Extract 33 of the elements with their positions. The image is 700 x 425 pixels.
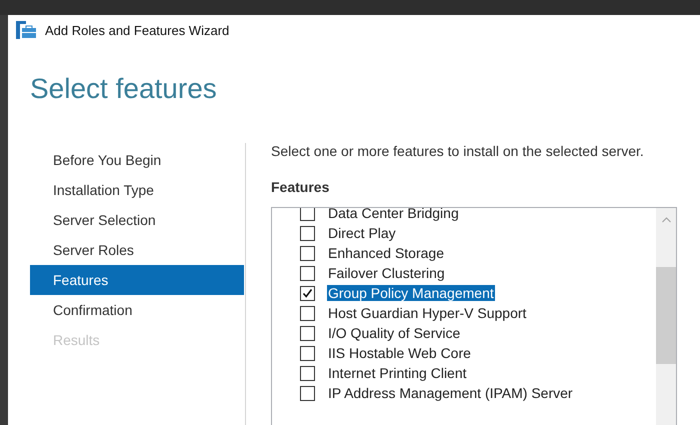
feature-item[interactable]: Data Center Bridging (327, 208, 460, 221)
features-label: Features (271, 179, 330, 195)
checkbox[interactable] (300, 208, 315, 220)
wizard-step[interactable]: Installation Type (30, 175, 244, 205)
wizard-step[interactable]: Server Selection (30, 205, 244, 235)
wizard-step[interactable]: Before You Begin (30, 145, 244, 175)
checkbox[interactable] (300, 266, 315, 280)
checkbox[interactable] (300, 246, 315, 260)
checkbox[interactable] (300, 346, 315, 360)
feature-item[interactable]: Host Guardian Hyper-V Support (327, 305, 528, 321)
feature-item[interactable]: Failover Clustering (327, 265, 446, 281)
checkbox[interactable] (300, 286, 315, 300)
feature-item[interactable]: I/O Quality of Service (327, 325, 462, 341)
scroll-thumb[interactable] (656, 267, 676, 364)
window-title: Add Roles and Features Wizard (45, 22, 230, 38)
wizard-step[interactable]: Server Roles (30, 235, 244, 265)
feature-item[interactable]: IIS Hostable Web Core (327, 345, 472, 361)
feature-item[interactable]: Enhanced Storage (327, 245, 445, 261)
wizard-step[interactable]: Confirmation (30, 295, 244, 325)
instruction-text: Select one or more features to install on the selected server. (271, 143, 645, 159)
checkbox[interactable] (300, 226, 315, 240)
checkbox[interactable] (300, 386, 315, 400)
scrollbar[interactable] (656, 208, 676, 425)
server-toolbox-icon (16, 21, 36, 39)
checkbox[interactable] (300, 326, 315, 340)
checkbox[interactable] (300, 306, 315, 320)
page-heading: Select features (30, 73, 218, 106)
feature-item[interactable]: IP Address Management (IPAM) Server (327, 385, 574, 401)
wizard-step[interactable]: Features (30, 265, 244, 295)
feature-item[interactable]: Internet Printing Client (327, 365, 468, 381)
checkbox[interactable] (300, 366, 315, 380)
feature-item[interactable]: Group Policy Management (327, 285, 495, 301)
feature-item[interactable]: Direct Play (327, 225, 397, 241)
